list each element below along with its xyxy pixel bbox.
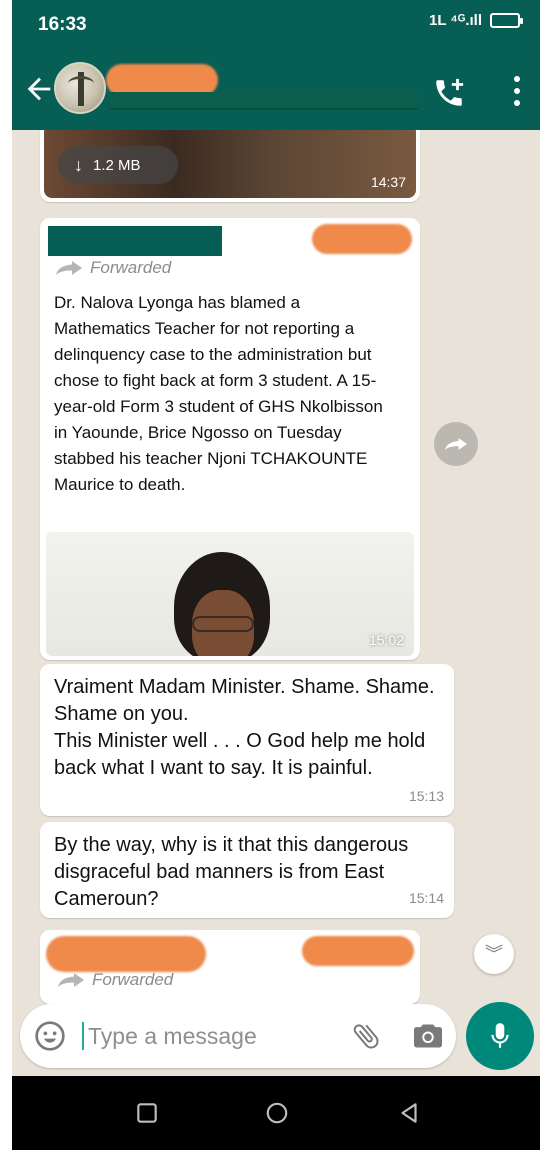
forwarded-text: Forwarded [92, 970, 174, 989]
phone-screen: 16:33 1L ⁴ᴳ.ıll ↓ 1.2 MB 14:37 Forwarded… [12, 0, 540, 1150]
forwarded-label: Forwarded [56, 258, 171, 278]
video-thumbnail[interactable]: ↓ 1.2 MB 14:37 [44, 130, 416, 198]
message-time: 15:13 [408, 788, 444, 804]
news-photo[interactable]: 15:02 [46, 532, 414, 656]
message-time: 15:02 [368, 632, 404, 648]
forwarded-news-message[interactable]: Forwarded Dr. Nalova Lyonga has blamed a… [40, 218, 420, 660]
redacted-sender-number [312, 224, 412, 254]
forwarded-text: Forwarded [90, 258, 172, 277]
redacted-sender [46, 936, 206, 972]
attach-icon[interactable] [350, 1020, 382, 1052]
status-time: 16:33 [38, 14, 87, 35]
text-message[interactable]: By the way, why is it that this dangerou… [40, 822, 454, 918]
redacted-sender [48, 226, 222, 256]
status-indicators: 1L ⁴ᴳ.ıll [428, 12, 523, 29]
news-text: Dr. Nalova Lyonga has blamed a Mathemati… [54, 293, 383, 494]
forwarded-message[interactable]: Forwarded [40, 930, 420, 1004]
camera-icon[interactable] [412, 1022, 444, 1050]
more-options-icon[interactable] [512, 76, 522, 106]
status-bar: 16:33 1L ⁴ᴳ.ıll [12, 0, 540, 50]
message-time: 15:14 [408, 890, 444, 906]
nav-home-icon[interactable] [264, 1100, 290, 1126]
redacted-sender-number [302, 936, 414, 966]
mic-icon [491, 1023, 509, 1048]
nav-recents-icon[interactable] [134, 1100, 160, 1126]
contact-avatar[interactable] [54, 62, 106, 114]
forward-icon [58, 973, 84, 987]
message-time: 14:37 [370, 174, 406, 190]
message-text: Vraiment Madam Minister. Shame. Shame. S… [54, 676, 435, 779]
share-icon [445, 438, 467, 450]
share-button[interactable] [434, 422, 478, 466]
message-composer [20, 1004, 456, 1068]
battery-icon [490, 13, 523, 28]
photo-subject-glasses [192, 616, 254, 632]
message-text: By the way, why is it that this dangerou… [54, 834, 409, 910]
video-message[interactable]: ↓ 1.2 MB 14:37 [40, 130, 420, 202]
forwarded-label: Forwarded [58, 970, 173, 990]
nav-back-icon[interactable] [396, 1100, 422, 1126]
message-input[interactable] [88, 1018, 328, 1054]
download-icon: ↓ [74, 154, 83, 175]
redacted-contact-status [110, 92, 418, 110]
chat-area[interactable]: ↓ 1.2 MB 14:37 Forwarded Dr. Nalova Lyon… [12, 130, 540, 1004]
chat-header [12, 50, 540, 130]
emoji-icon[interactable] [34, 1020, 66, 1052]
download-button[interactable]: ↓ 1.2 MB [58, 146, 178, 184]
scroll-down-icon[interactable]: ︾ [474, 934, 514, 974]
navigation-bar [12, 1076, 540, 1150]
mic-button[interactable] [466, 1002, 534, 1070]
back-arrow-icon[interactable] [22, 72, 56, 106]
text-cursor [82, 1022, 84, 1050]
video-size: 1.2 MB [93, 156, 141, 174]
network-indicator: 1L ⁴ᴳ.ıll [428, 12, 482, 29]
forward-icon [56, 261, 82, 275]
text-message[interactable]: Vraiment Madam Minister. Shame. Shame. S… [40, 664, 454, 816]
add-call-icon[interactable] [432, 76, 466, 110]
